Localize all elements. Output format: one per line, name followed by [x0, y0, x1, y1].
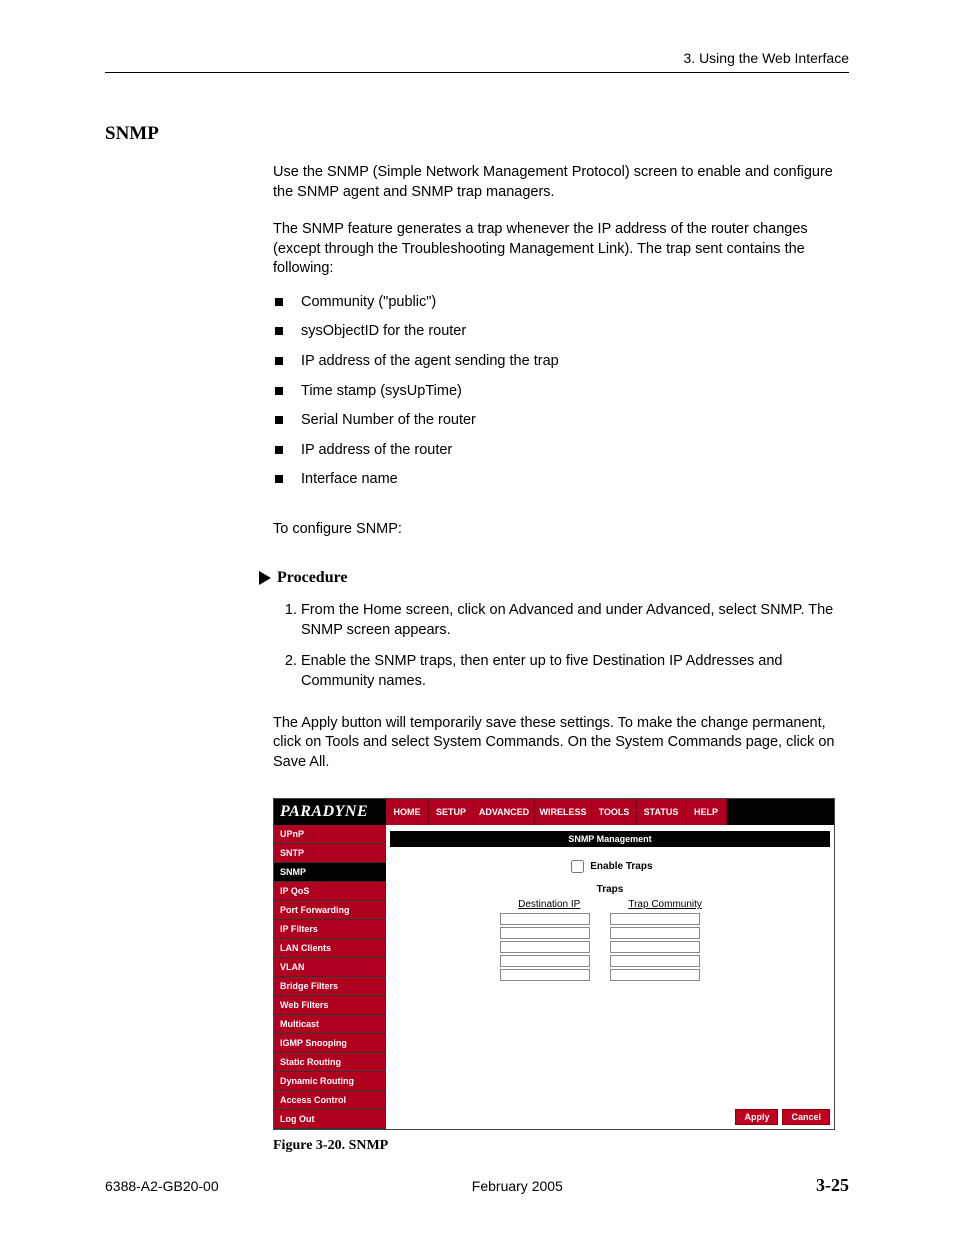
procedure-heading: Procedure — [259, 569, 849, 587]
configure-lead: To configure SNMP: — [273, 520, 849, 540]
trap-community-input[interactable] — [610, 927, 700, 939]
trap-community-input[interactable] — [610, 955, 700, 967]
intro-para-1: Use the SNMP (Simple Network Management … — [273, 163, 849, 202]
brand-logo: PARADYNE — [274, 799, 386, 825]
list-item: sysObjectID for the router — [273, 322, 849, 342]
sidenav-multicast[interactable]: Multicast — [274, 1015, 386, 1034]
table-row — [494, 940, 726, 954]
step-item: From the Home screen, click on Advanced … — [301, 601, 849, 640]
destination-ip-input[interactable] — [500, 941, 590, 953]
sidenav-lan-clients[interactable]: LAN Clients — [274, 939, 386, 958]
table-row — [494, 926, 726, 940]
figure-caption: Figure 3-20. SNMP — [273, 1138, 849, 1154]
step-item: Enable the SNMP traps, then enter up to … — [301, 652, 849, 691]
topnav-status[interactable]: STATUS — [637, 799, 686, 825]
topnav-wireless[interactable]: WIRELESS — [535, 799, 592, 825]
sidenav-vlan[interactable]: VLAN — [274, 958, 386, 977]
destination-ip-input[interactable] — [500, 955, 590, 967]
topnav-spacer — [727, 799, 834, 825]
list-item: IP address of the agent sending the trap — [273, 352, 849, 372]
procedure-label: Procedure — [277, 569, 348, 587]
side-nav: UPnPSNTPSNMPIP QoSPort ForwardingIP Filt… — [274, 825, 386, 1129]
col-destination-ip: Destination IP — [494, 897, 604, 912]
topnav-setup[interactable]: SETUP — [429, 799, 474, 825]
sidenav-sntp[interactable]: SNTP — [274, 844, 386, 863]
sidenav-igmp-snooping[interactable]: IGMP Snooping — [274, 1034, 386, 1053]
header-chapter: 3. Using the Web Interface — [105, 50, 849, 73]
table-row — [494, 968, 726, 982]
col-trap-community: Trap Community — [604, 897, 726, 912]
sidenav-web-filters[interactable]: Web Filters — [274, 996, 386, 1015]
footer-date: February 2005 — [472, 1178, 563, 1194]
destination-ip-input[interactable] — [500, 927, 590, 939]
figure-snmp-screenshot: PARADYNE HOMESETUPADVANCEDWIRELESSTOOLSS… — [273, 798, 849, 1154]
list-item: Time stamp (sysUpTime) — [273, 382, 849, 402]
trap-community-input[interactable] — [610, 941, 700, 953]
sidenav-bridge-filters[interactable]: Bridge Filters — [274, 977, 386, 996]
cancel-button[interactable]: Cancel — [782, 1109, 830, 1125]
footer-page-number: 3-25 — [816, 1175, 849, 1196]
trap-community-input[interactable] — [610, 913, 700, 925]
sidenav-ip-filters[interactable]: IP Filters — [274, 920, 386, 939]
enable-traps-label: Enable Traps — [590, 861, 652, 872]
list-item: IP address of the router — [273, 441, 849, 461]
section-heading: SNMP — [105, 123, 849, 145]
table-row — [494, 954, 726, 968]
trap-contents-list: Community ("public") sysObjectID for the… — [273, 293, 849, 490]
procedure-steps: From the Home screen, click on Advanced … — [273, 601, 849, 691]
sidenav-port-forwarding[interactable]: Port Forwarding — [274, 901, 386, 920]
trap-community-input[interactable] — [610, 969, 700, 981]
enable-traps-row: Enable Traps — [386, 847, 834, 882]
sidenav-static-routing[interactable]: Static Routing — [274, 1053, 386, 1072]
list-item: Serial Number of the router — [273, 411, 849, 431]
sidenav-upnp[interactable]: UPnP — [274, 825, 386, 844]
triangle-icon — [259, 571, 271, 585]
apply-button[interactable]: Apply — [735, 1109, 778, 1125]
page-footer: 6388-A2-GB20-00 February 2005 3-25 — [105, 1175, 849, 1196]
destination-ip-input[interactable] — [500, 969, 590, 981]
footer-docnum: 6388-A2-GB20-00 — [105, 1178, 219, 1194]
sidenav-snmp[interactable]: SNMP — [274, 863, 386, 882]
enable-traps-checkbox[interactable] — [571, 860, 584, 873]
content-area: SNMP Management Enable Traps Traps Desti… — [386, 825, 834, 1129]
topnav-help[interactable]: HELP — [686, 799, 727, 825]
traps-table: Destination IP Trap Community — [494, 897, 726, 982]
intro-para-2: The SNMP feature generates a trap whenev… — [273, 220, 849, 279]
traps-header: Traps — [386, 882, 834, 897]
top-nav: HOMESETUPADVANCEDWIRELESSTOOLSSTATUSHELP — [386, 799, 834, 825]
sidenav-log-out[interactable]: Log Out — [274, 1110, 386, 1129]
destination-ip-input[interactable] — [500, 913, 590, 925]
list-item: Community ("public") — [273, 293, 849, 313]
table-row — [494, 912, 726, 926]
list-item: Interface name — [273, 470, 849, 490]
sidenav-ip-qos[interactable]: IP QoS — [274, 882, 386, 901]
topnav-advanced[interactable]: ADVANCED — [474, 799, 535, 825]
apply-note: The Apply button will temporarily save t… — [273, 714, 849, 773]
panel-title: SNMP Management — [390, 831, 830, 847]
sidenav-access-control[interactable]: Access Control — [274, 1091, 386, 1110]
topnav-tools[interactable]: TOOLS — [592, 799, 637, 825]
sidenav-dynamic-routing[interactable]: Dynamic Routing — [274, 1072, 386, 1091]
topnav-home[interactable]: HOME — [386, 799, 429, 825]
